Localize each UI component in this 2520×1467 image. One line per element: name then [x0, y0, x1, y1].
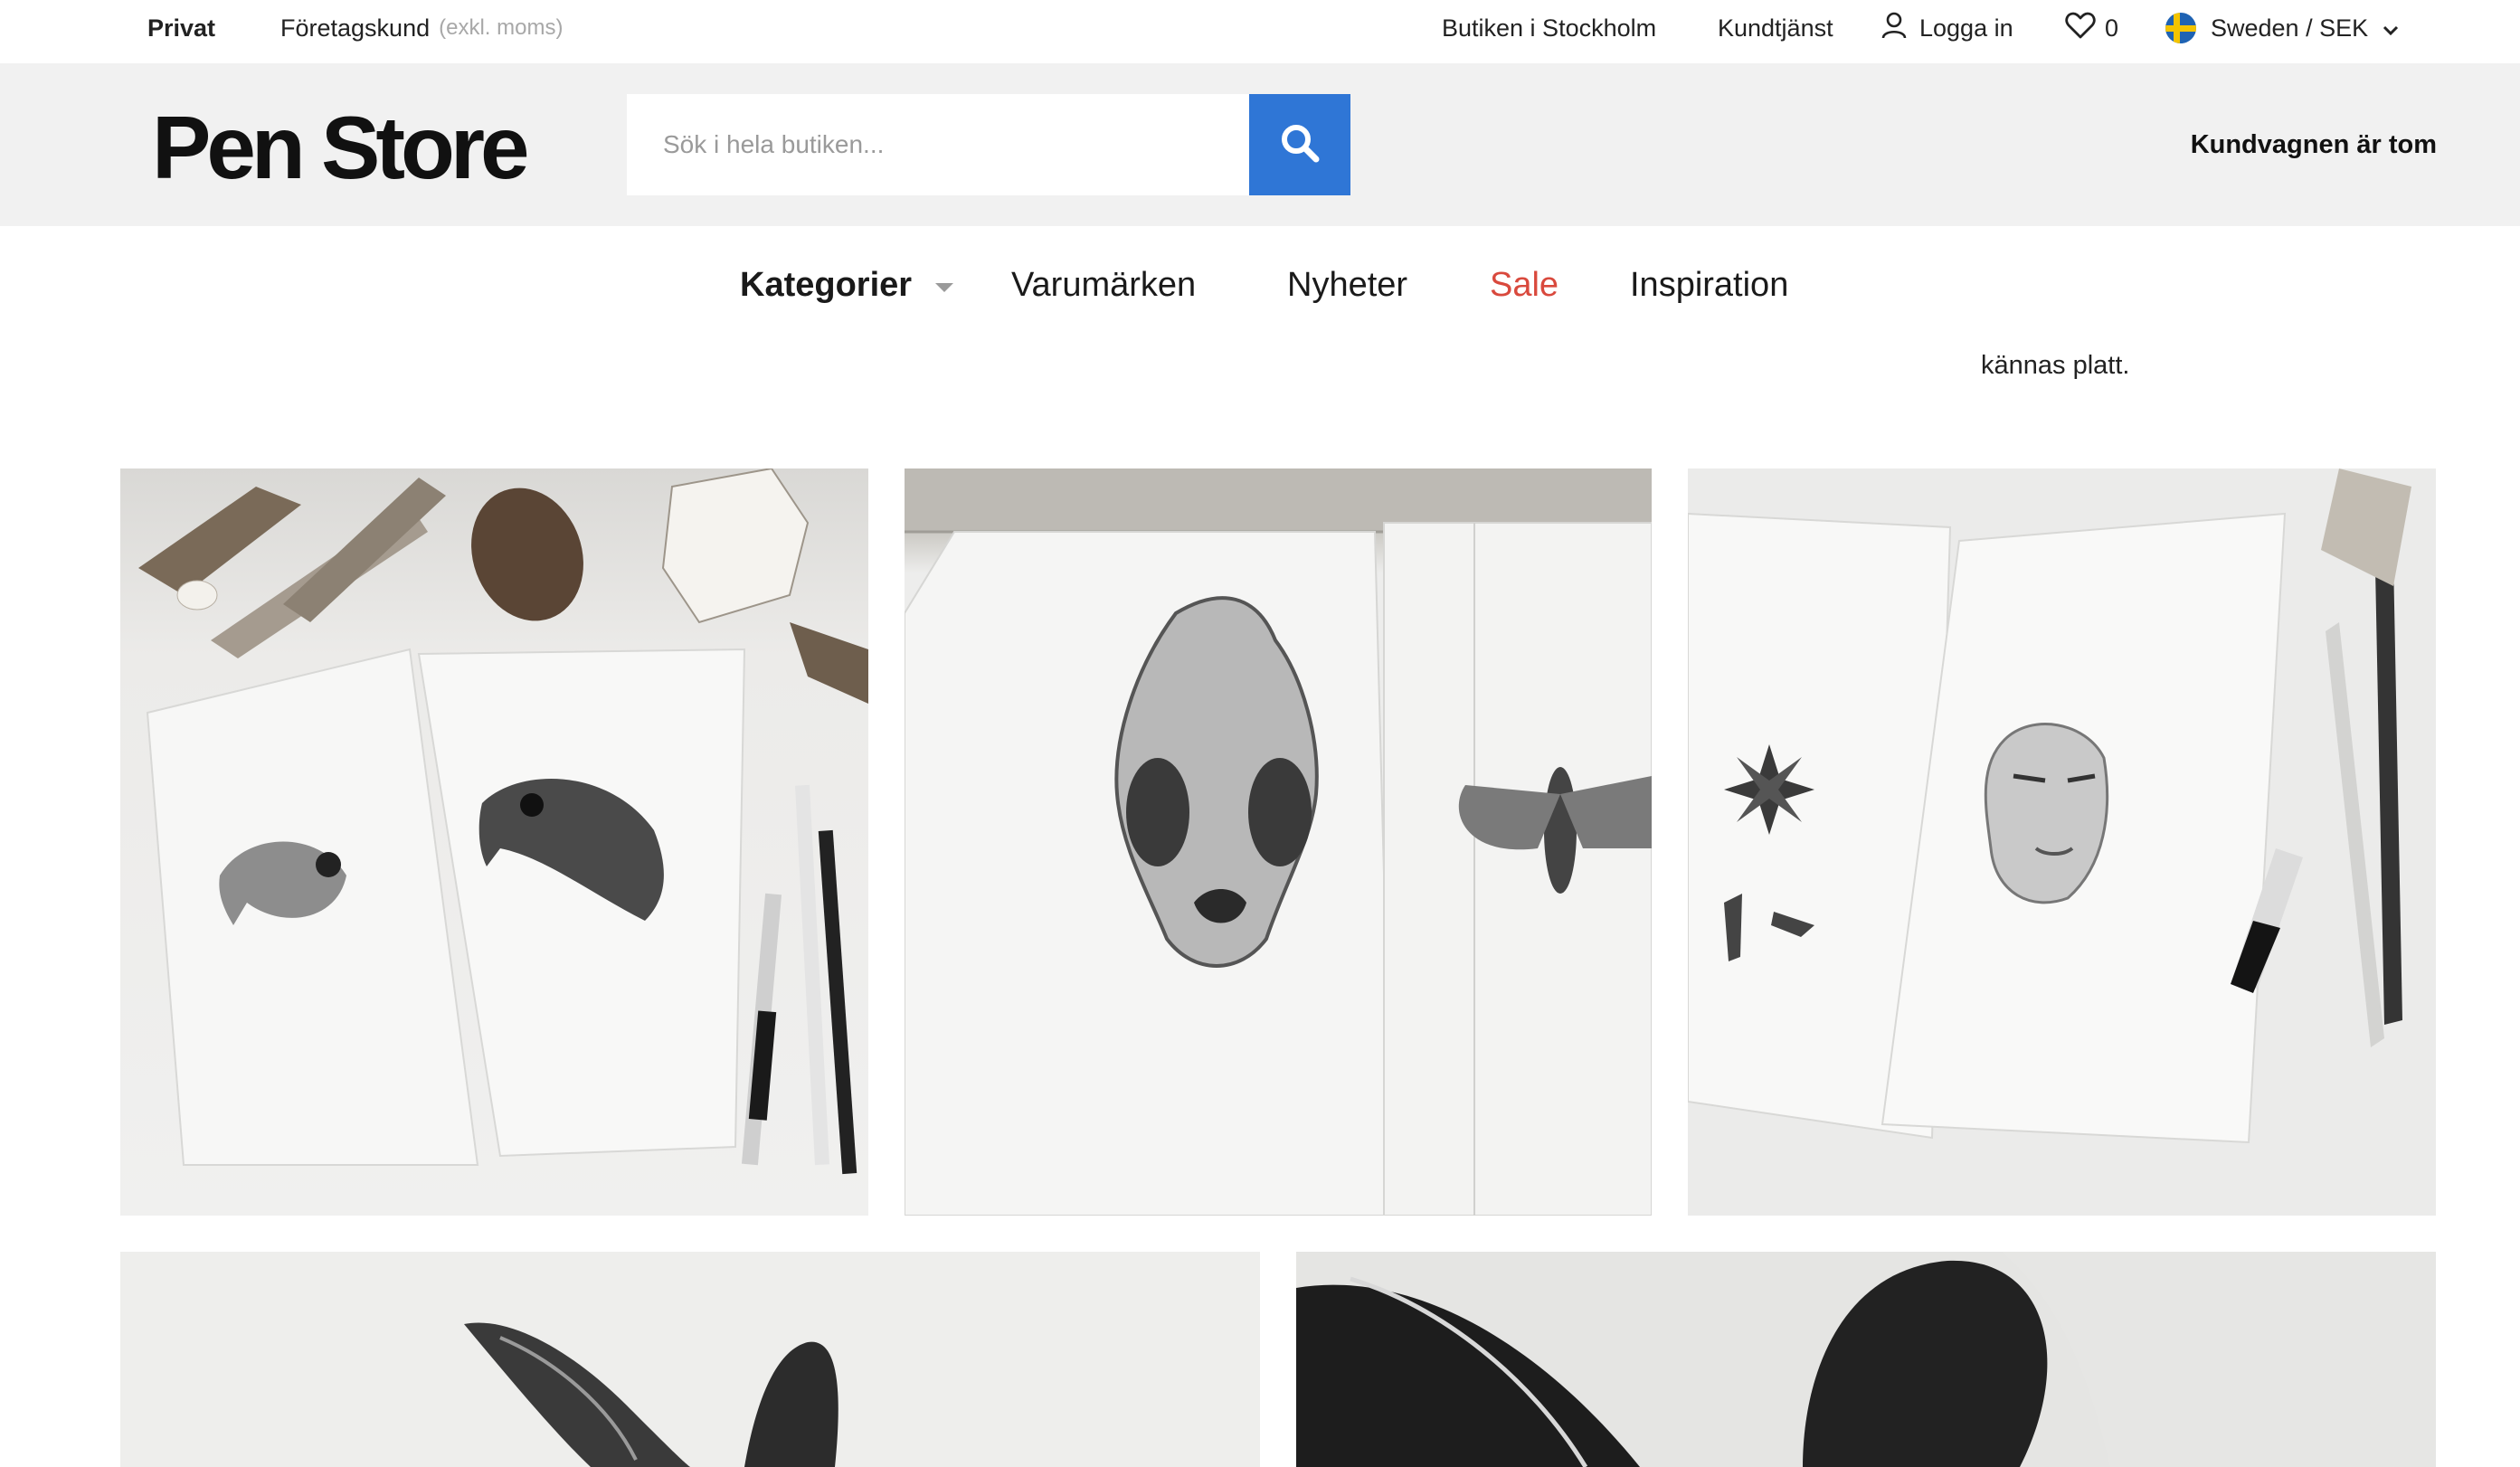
- customer-type-private[interactable]: Privat: [147, 0, 215, 56]
- cart-status[interactable]: Kundvagnen är tom: [2191, 130, 2437, 160]
- nav-categories[interactable]: Kategorier: [740, 266, 954, 305]
- nav-sale[interactable]: Sale: [1490, 266, 1558, 305]
- login-link[interactable]: Logga in: [1881, 0, 2013, 56]
- nav-inspiration[interactable]: Inspiration: [1630, 266, 1788, 305]
- top-bar: Privat Företagskund (exkl. moms) Butiken…: [0, 0, 2520, 63]
- gallery-image-skull-and-moth-drawings: [905, 468, 1652, 1216]
- store-link[interactable]: Butiken i Stockholm: [1442, 0, 1656, 56]
- nav-brands[interactable]: Varumärken: [1011, 266, 1196, 305]
- site-logo[interactable]: Pen Store: [152, 103, 529, 192]
- site-header: Pen Store Kundvagnen är tom: [0, 63, 2520, 226]
- gallery-image-star-anise-and-face-drawings: [1688, 468, 2436, 1216]
- heart-icon: [2065, 12, 2096, 45]
- gallery-image-deer-ears-drawing: [120, 1252, 1260, 1467]
- gallery-image-dark-charcoal-ear-drawing: [1296, 1252, 2436, 1467]
- nav-news[interactable]: Nyheter: [1287, 266, 1407, 305]
- customer-service-link[interactable]: Kundtjänst: [1718, 0, 1833, 56]
- user-icon: [1881, 12, 1907, 45]
- search-button[interactable]: [1249, 94, 1350, 195]
- gallery-image-bird-drawings: [120, 468, 868, 1216]
- vat-note: (exkl. moms): [439, 15, 564, 40]
- content-text-snippet: kännas platt.: [1981, 351, 2130, 380]
- search-input[interactable]: [627, 94, 1249, 195]
- customer-type-business[interactable]: Företagskund (exkl. moms): [280, 0, 563, 56]
- region-selector[interactable]: Sweden / SEK: [2165, 0, 2399, 56]
- search-icon: [1278, 121, 1322, 169]
- main-nav: Kategorier Varumärken Nyheter Sale Inspi…: [0, 226, 2520, 353]
- wishlist-count: 0: [2105, 14, 2119, 42]
- sweden-flag-icon: [2165, 13, 2196, 43]
- chevron-down-icon: [2383, 14, 2399, 43]
- search-bar: [627, 94, 1350, 195]
- caret-down-icon: [935, 282, 954, 292]
- wishlist-link[interactable]: 0: [2065, 0, 2118, 56]
